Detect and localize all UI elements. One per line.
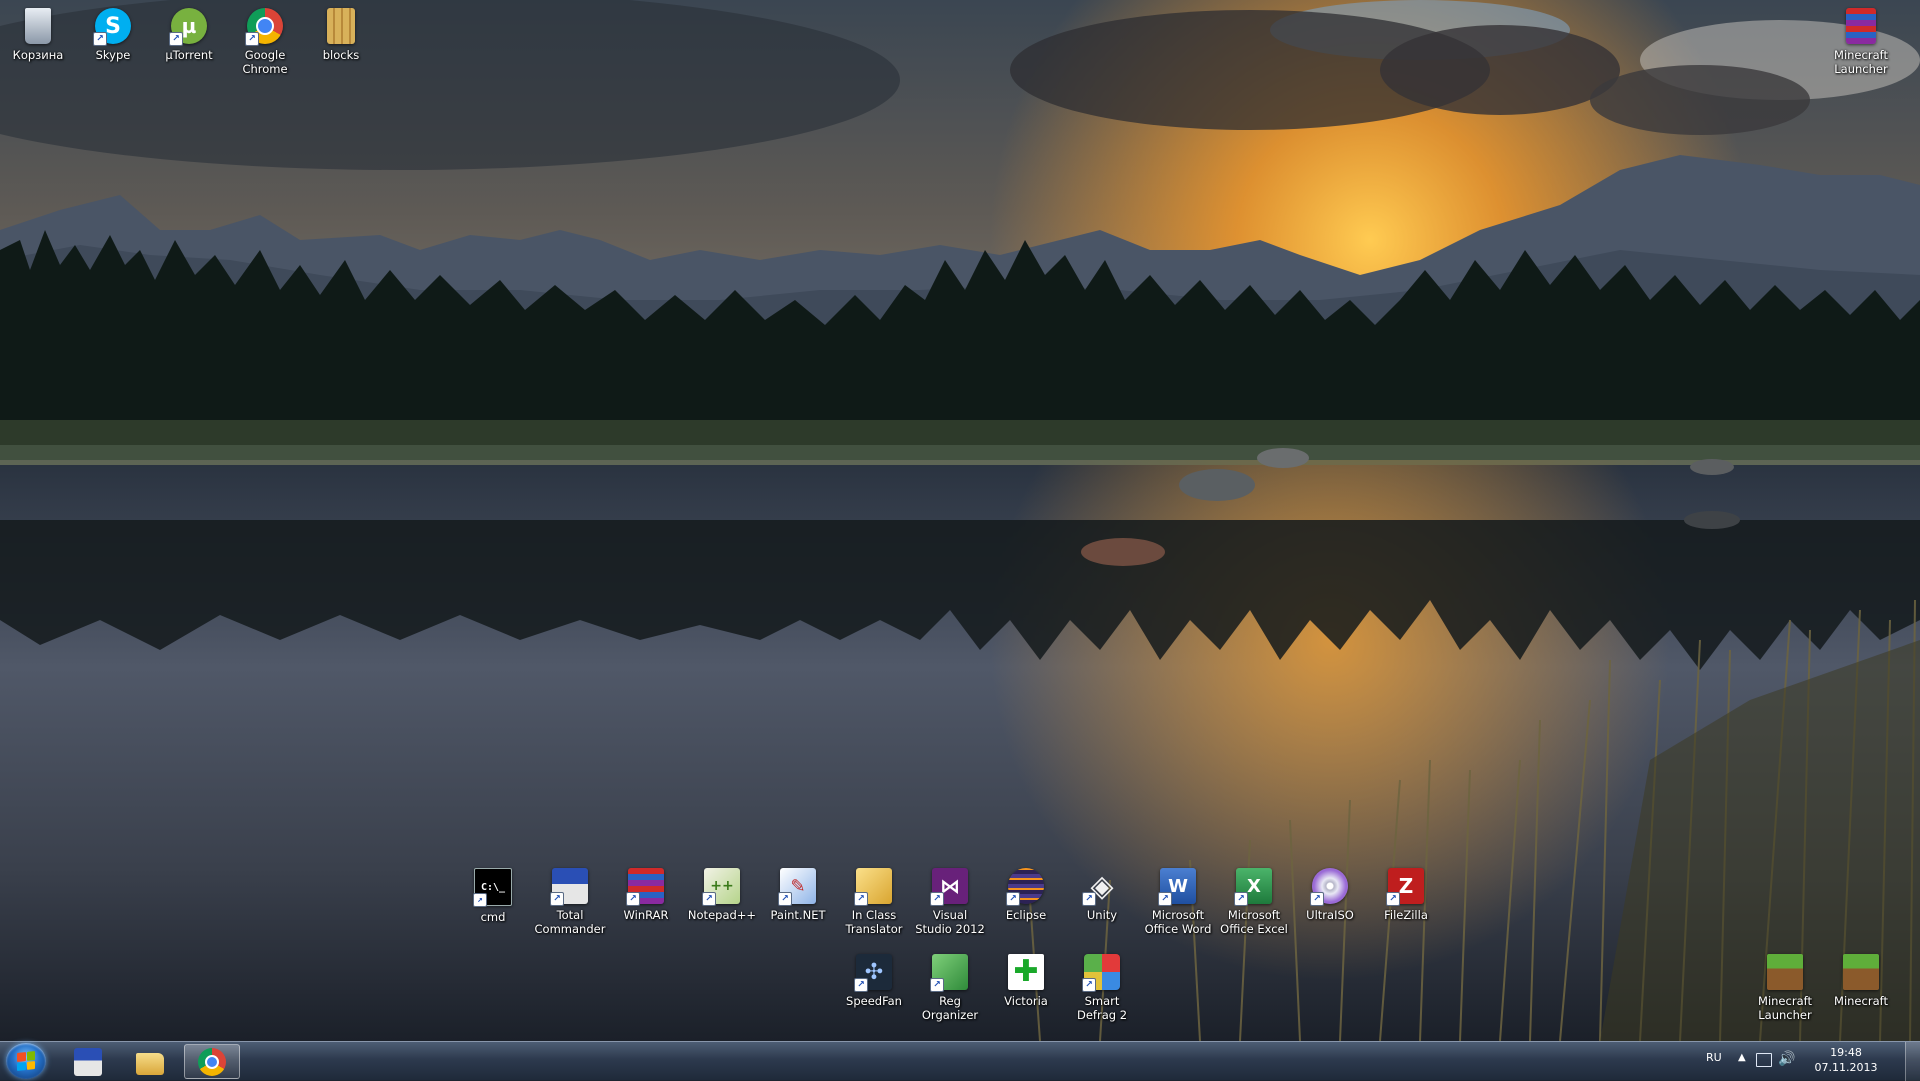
taskbar: RU ▲ 🔊 19:48 07.11.2013 (0, 1041, 1920, 1081)
defrag-cubes-icon: ↗ (1082, 954, 1120, 992)
desktop-icon-cmd[interactable]: C:\_ ↗ cmd (456, 864, 530, 950)
utorrent-icon: µ ↗ (169, 8, 207, 46)
skype-icon: S ↗ (93, 8, 131, 46)
icon-label: Minecraft Launcher (1834, 48, 1888, 76)
desktop-icon-speedfan[interactable]: ✣ ↗ SpeedFan (837, 950, 911, 1036)
system-tray: RU ▲ 🔊 19:48 07.11.2013 (1700, 1042, 1920, 1081)
icon-label: Reg Organizer (921, 994, 979, 1022)
icon-label: Microsoft Office Excel (1220, 908, 1288, 936)
registry-cube-icon: ↗ (930, 954, 968, 992)
winrar-icon: ↗ (626, 868, 664, 906)
taskbar-explorer[interactable] (122, 1044, 178, 1079)
icon-label: WinRAR (623, 908, 669, 922)
icon-label: Victoria (1004, 994, 1048, 1008)
translator-icon: ↗ (854, 868, 892, 906)
desktop-icon-google-chrome[interactable]: ↗ Google Chrome (228, 4, 302, 90)
clock-date: 07.11.2013 (1814, 1061, 1878, 1074)
icon-label: SpeedFan (846, 994, 902, 1008)
desktop-icon-blocks[interactable]: blocks (304, 4, 378, 90)
desktop-icon-victoria[interactable]: ✚ Victoria (989, 950, 1063, 1036)
fan-icon: ✣ ↗ (854, 954, 892, 992)
unity-icon: ◈ ↗ (1082, 868, 1120, 906)
show-hidden-icons-button[interactable]: ▲ (1738, 1052, 1746, 1063)
icon-label: Total Commander (534, 908, 606, 936)
minecraft-grass-block-icon (1767, 954, 1803, 990)
paint-net-icon: ✎ ↗ (778, 868, 816, 906)
icon-label: Eclipse (1005, 908, 1047, 922)
desktop-icon-eclipse[interactable]: ↗ Eclipse (989, 864, 1063, 950)
desktop-icon-notepadpp[interactable]: ++ ↗ Notepad++ (685, 864, 759, 950)
floppy-disk-icon: ↗ (550, 868, 588, 906)
clock[interactable]: 19:48 07.11.2013 (1804, 1045, 1888, 1075)
desktop-icon-in-class-translator[interactable]: ↗ In Class Translator (837, 864, 911, 950)
desktop-icon-ms-excel[interactable]: X ↗ Microsoft Office Excel (1217, 864, 1291, 950)
desktop-icon-recycle-bin[interactable]: Корзина (1, 4, 75, 90)
icon-label: µTorrent (165, 48, 213, 62)
desktop-icon-utorrent[interactable]: µ ↗ µTorrent (152, 4, 226, 90)
archive-folder-icon (327, 8, 355, 44)
green-cross-icon: ✚ (1008, 954, 1044, 990)
desktop-icon-reg-organizer[interactable]: ↗ Reg Organizer (913, 950, 987, 1036)
desktop-icon-ultraiso[interactable]: ↗ UltraISO (1293, 864, 1367, 950)
icon-label: Корзина (12, 48, 64, 62)
desktop-icon-skype[interactable]: S ↗ Skype (76, 4, 150, 90)
desktop-icon-smart-defrag[interactable]: ↗ Smart Defrag 2 (1065, 950, 1139, 1036)
icon-label: FileZilla (1384, 908, 1428, 922)
icon-label: cmd (480, 910, 506, 924)
desktop-icon-total-commander[interactable]: ↗ Total Commander (533, 864, 607, 950)
notepad-plus-plus-icon: ++ ↗ (702, 868, 740, 906)
minecraft-grass-block-icon (1843, 954, 1879, 990)
icon-label: Paint.NET (770, 908, 826, 922)
folder-icon (136, 1052, 164, 1075)
volume-icon[interactable]: 🔊 (1778, 1051, 1795, 1067)
clock-time: 19:48 (1830, 1046, 1862, 1059)
visual-studio-icon: ⋈ ↗ (930, 868, 968, 906)
icon-label: Visual Studio 2012 (915, 908, 985, 936)
icon-label: Microsoft Office Word (1144, 908, 1212, 936)
desktop-icon-visual-studio[interactable]: ⋈ ↗ Visual Studio 2012 (913, 864, 987, 950)
desktop-icon-minecraft-launcher-top[interactable]: Minecraft Launcher (1824, 4, 1898, 90)
icon-label: Minecraft (1834, 994, 1888, 1008)
windows-flag-icon (17, 1051, 35, 1071)
desktop-icon-filezilla[interactable]: Z ↗ FileZilla (1369, 864, 1443, 950)
command-prompt-icon: C:\_ ↗ (473, 868, 512, 907)
icon-label: Smart Defrag 2 (1076, 994, 1128, 1022)
taskbar-total-commander[interactable] (60, 1044, 116, 1079)
disc-icon: ↗ (1310, 868, 1348, 906)
icon-label: Notepad++ (687, 908, 757, 922)
filezilla-icon: Z ↗ (1386, 868, 1424, 906)
icon-label: Skype (95, 48, 131, 62)
icon-label: Google Chrome (242, 48, 288, 76)
word-icon: W ↗ (1158, 868, 1196, 906)
network-icon[interactable] (1756, 1053, 1772, 1067)
start-button[interactable] (6, 1043, 46, 1079)
winrar-archive-icon (1846, 8, 1876, 44)
taskbar-chrome[interactable] (184, 1044, 240, 1079)
desktop-icon-unity[interactable]: ◈ ↗ Unity (1065, 864, 1139, 950)
floppy-disk-icon (74, 1047, 102, 1076)
chrome-icon (198, 1047, 226, 1076)
chrome-icon: ↗ (245, 8, 283, 46)
desktop-icon-paintnet[interactable]: ✎ ↗ Paint.NET (761, 864, 835, 950)
language-indicator[interactable]: RU (1706, 1051, 1722, 1064)
excel-icon: X ↗ (1234, 868, 1272, 906)
icon-label: In Class Translator (845, 908, 903, 936)
desktop-icon-winrar[interactable]: ↗ WinRAR (609, 864, 683, 950)
icon-label: Minecraft Launcher (1758, 994, 1812, 1022)
icon-label: blocks (322, 48, 360, 62)
icon-label: Unity (1086, 908, 1118, 922)
show-desktop-button[interactable] (1905, 1042, 1920, 1081)
recycle-bin-icon (25, 8, 51, 44)
desktop-icon-minecraft[interactable]: Minecraft (1824, 950, 1898, 1036)
desktop-icon-ms-word[interactable]: W ↗ Microsoft Office Word (1141, 864, 1215, 950)
desktop-icon-minecraft-launcher-bottom[interactable]: Minecraft Launcher (1748, 950, 1822, 1036)
eclipse-icon: ↗ (1006, 868, 1044, 906)
icon-label: UltraISO (1306, 908, 1354, 922)
